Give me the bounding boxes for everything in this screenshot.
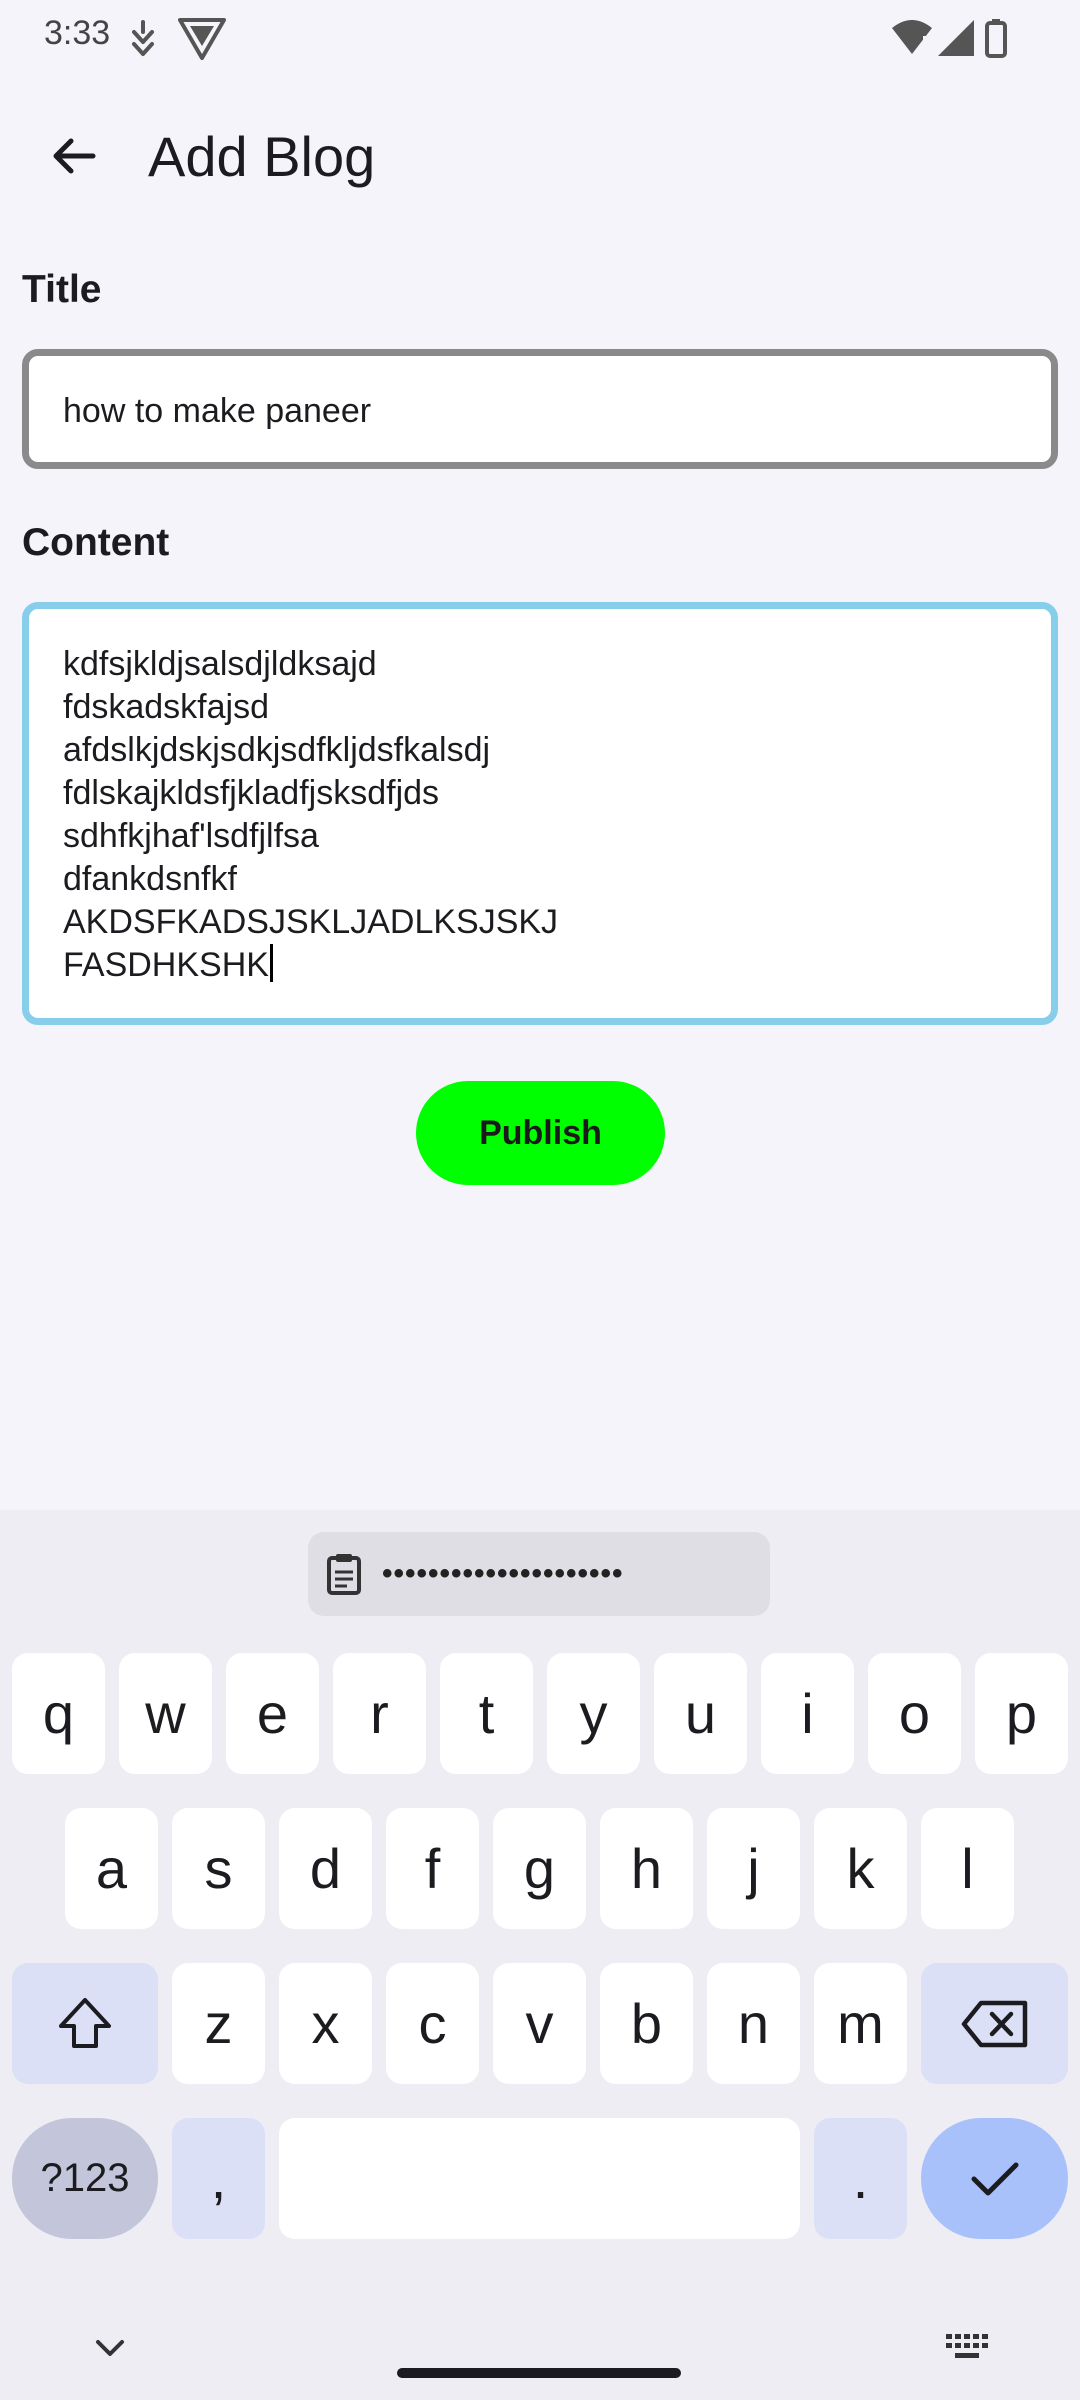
content-line: kdfsjkldjsalsdjldksajd bbox=[63, 645, 377, 683]
key-i[interactable]: i bbox=[761, 1653, 854, 1774]
key-c[interactable]: c bbox=[386, 1963, 479, 2084]
page-title: Add Blog bbox=[148, 125, 376, 188]
key-p[interactable]: p bbox=[975, 1653, 1068, 1774]
battery-icon bbox=[984, 18, 1008, 63]
enter-key[interactable] bbox=[921, 2118, 1068, 2239]
key-l[interactable]: l bbox=[921, 1808, 1014, 1929]
space-key[interactable] bbox=[279, 2118, 800, 2239]
key-v[interactable]: v bbox=[493, 1963, 586, 2084]
check-icon bbox=[969, 2159, 1021, 2199]
backspace-icon bbox=[961, 1999, 1029, 2049]
home-indicator[interactable] bbox=[397, 2368, 681, 2378]
notification-icon bbox=[128, 18, 158, 63]
signal-icon bbox=[936, 18, 976, 63]
arrow-back-icon bbox=[49, 131, 99, 181]
key-z[interactable]: z bbox=[172, 1963, 265, 2084]
content-last-line: FASDHKSHK bbox=[63, 944, 558, 987]
clipboard-icon bbox=[324, 1552, 364, 1596]
clipboard-suggestion[interactable]: ••••••••••••••••••••• bbox=[308, 1532, 770, 1616]
key-q[interactable]: q bbox=[12, 1653, 105, 1774]
key-t[interactable]: t bbox=[440, 1653, 533, 1774]
keyboard-icon[interactable] bbox=[944, 2332, 992, 2362]
app-bar: Add Blog bbox=[0, 100, 1080, 220]
shift-icon bbox=[55, 1996, 115, 2052]
content-line: afdslkjdskjsdkjsdfkljdsfkalsdj bbox=[63, 731, 491, 769]
key-d[interactable]: d bbox=[279, 1808, 372, 1929]
title-field[interactable]: how to make paneer bbox=[22, 349, 1058, 469]
key-x[interactable]: x bbox=[279, 1963, 372, 2084]
content-text: kdfsjkldjsalsdjldksajd fdskadskfajsd afd… bbox=[63, 643, 558, 987]
key-j[interactable]: j bbox=[707, 1808, 800, 1929]
publish-button[interactable]: Publish bbox=[416, 1081, 665, 1185]
key-r[interactable]: r bbox=[333, 1653, 426, 1774]
back-button[interactable] bbox=[34, 116, 114, 196]
keyboard: ••••••••••••••••••••• q w e r t y u i o … bbox=[0, 1510, 1080, 2400]
key-y[interactable]: y bbox=[547, 1653, 640, 1774]
status-time: 3:33 bbox=[44, 14, 111, 52]
comma-key[interactable]: , bbox=[172, 2118, 265, 2239]
content-line: dfankdsnfkf bbox=[63, 860, 237, 898]
status-bar: 3:33 bbox=[0, 0, 1080, 76]
content-line: fdskadskfajsd bbox=[63, 688, 269, 726]
key-m[interactable]: m bbox=[814, 1963, 907, 2084]
text-cursor bbox=[269, 944, 273, 982]
key-w[interactable]: w bbox=[119, 1653, 212, 1774]
key-u[interactable]: u bbox=[654, 1653, 747, 1774]
key-k[interactable]: k bbox=[814, 1808, 907, 1929]
content-line: FASDHKSHK bbox=[63, 946, 269, 984]
key-b[interactable]: b bbox=[600, 1963, 693, 2084]
key-f[interactable]: f bbox=[386, 1808, 479, 1929]
clipboard-text: ••••••••••••••••••••• bbox=[382, 1557, 624, 1590]
key-g[interactable]: g bbox=[493, 1808, 586, 1929]
key-o[interactable]: o bbox=[868, 1653, 961, 1774]
backspace-key[interactable] bbox=[921, 1963, 1068, 2084]
shift-key[interactable] bbox=[12, 1963, 158, 2084]
content-line: AKDSFKADSJSKLJADLKSJSKJ bbox=[63, 903, 559, 941]
key-n[interactable]: n bbox=[707, 1963, 800, 2084]
key-e[interactable]: e bbox=[226, 1653, 319, 1774]
keyboard-nav-row bbox=[0, 2310, 1080, 2400]
period-key[interactable]: . bbox=[814, 2118, 907, 2239]
content-label: Content bbox=[22, 521, 170, 564]
symbols-key[interactable]: ?123 bbox=[12, 2118, 158, 2239]
title-label: Title bbox=[22, 268, 102, 311]
key-a[interactable]: a bbox=[65, 1808, 158, 1929]
content-field[interactable]: kdfsjkldjsalsdjldksajd fdskadskfajsd afd… bbox=[22, 602, 1058, 1025]
content-line: fdlskajkldsfjkladfjsksdfjds bbox=[63, 774, 440, 812]
chevron-down-icon[interactable] bbox=[92, 2336, 128, 2360]
vpn-shield-icon bbox=[176, 14, 228, 67]
content-line: sdhfkjhaf'lsdfjlfsa bbox=[63, 817, 319, 855]
key-h[interactable]: h bbox=[600, 1808, 693, 1929]
wifi-warning-icon bbox=[890, 18, 934, 63]
key-s[interactable]: s bbox=[172, 1808, 265, 1929]
title-input-value: how to make paneer bbox=[63, 392, 372, 430]
